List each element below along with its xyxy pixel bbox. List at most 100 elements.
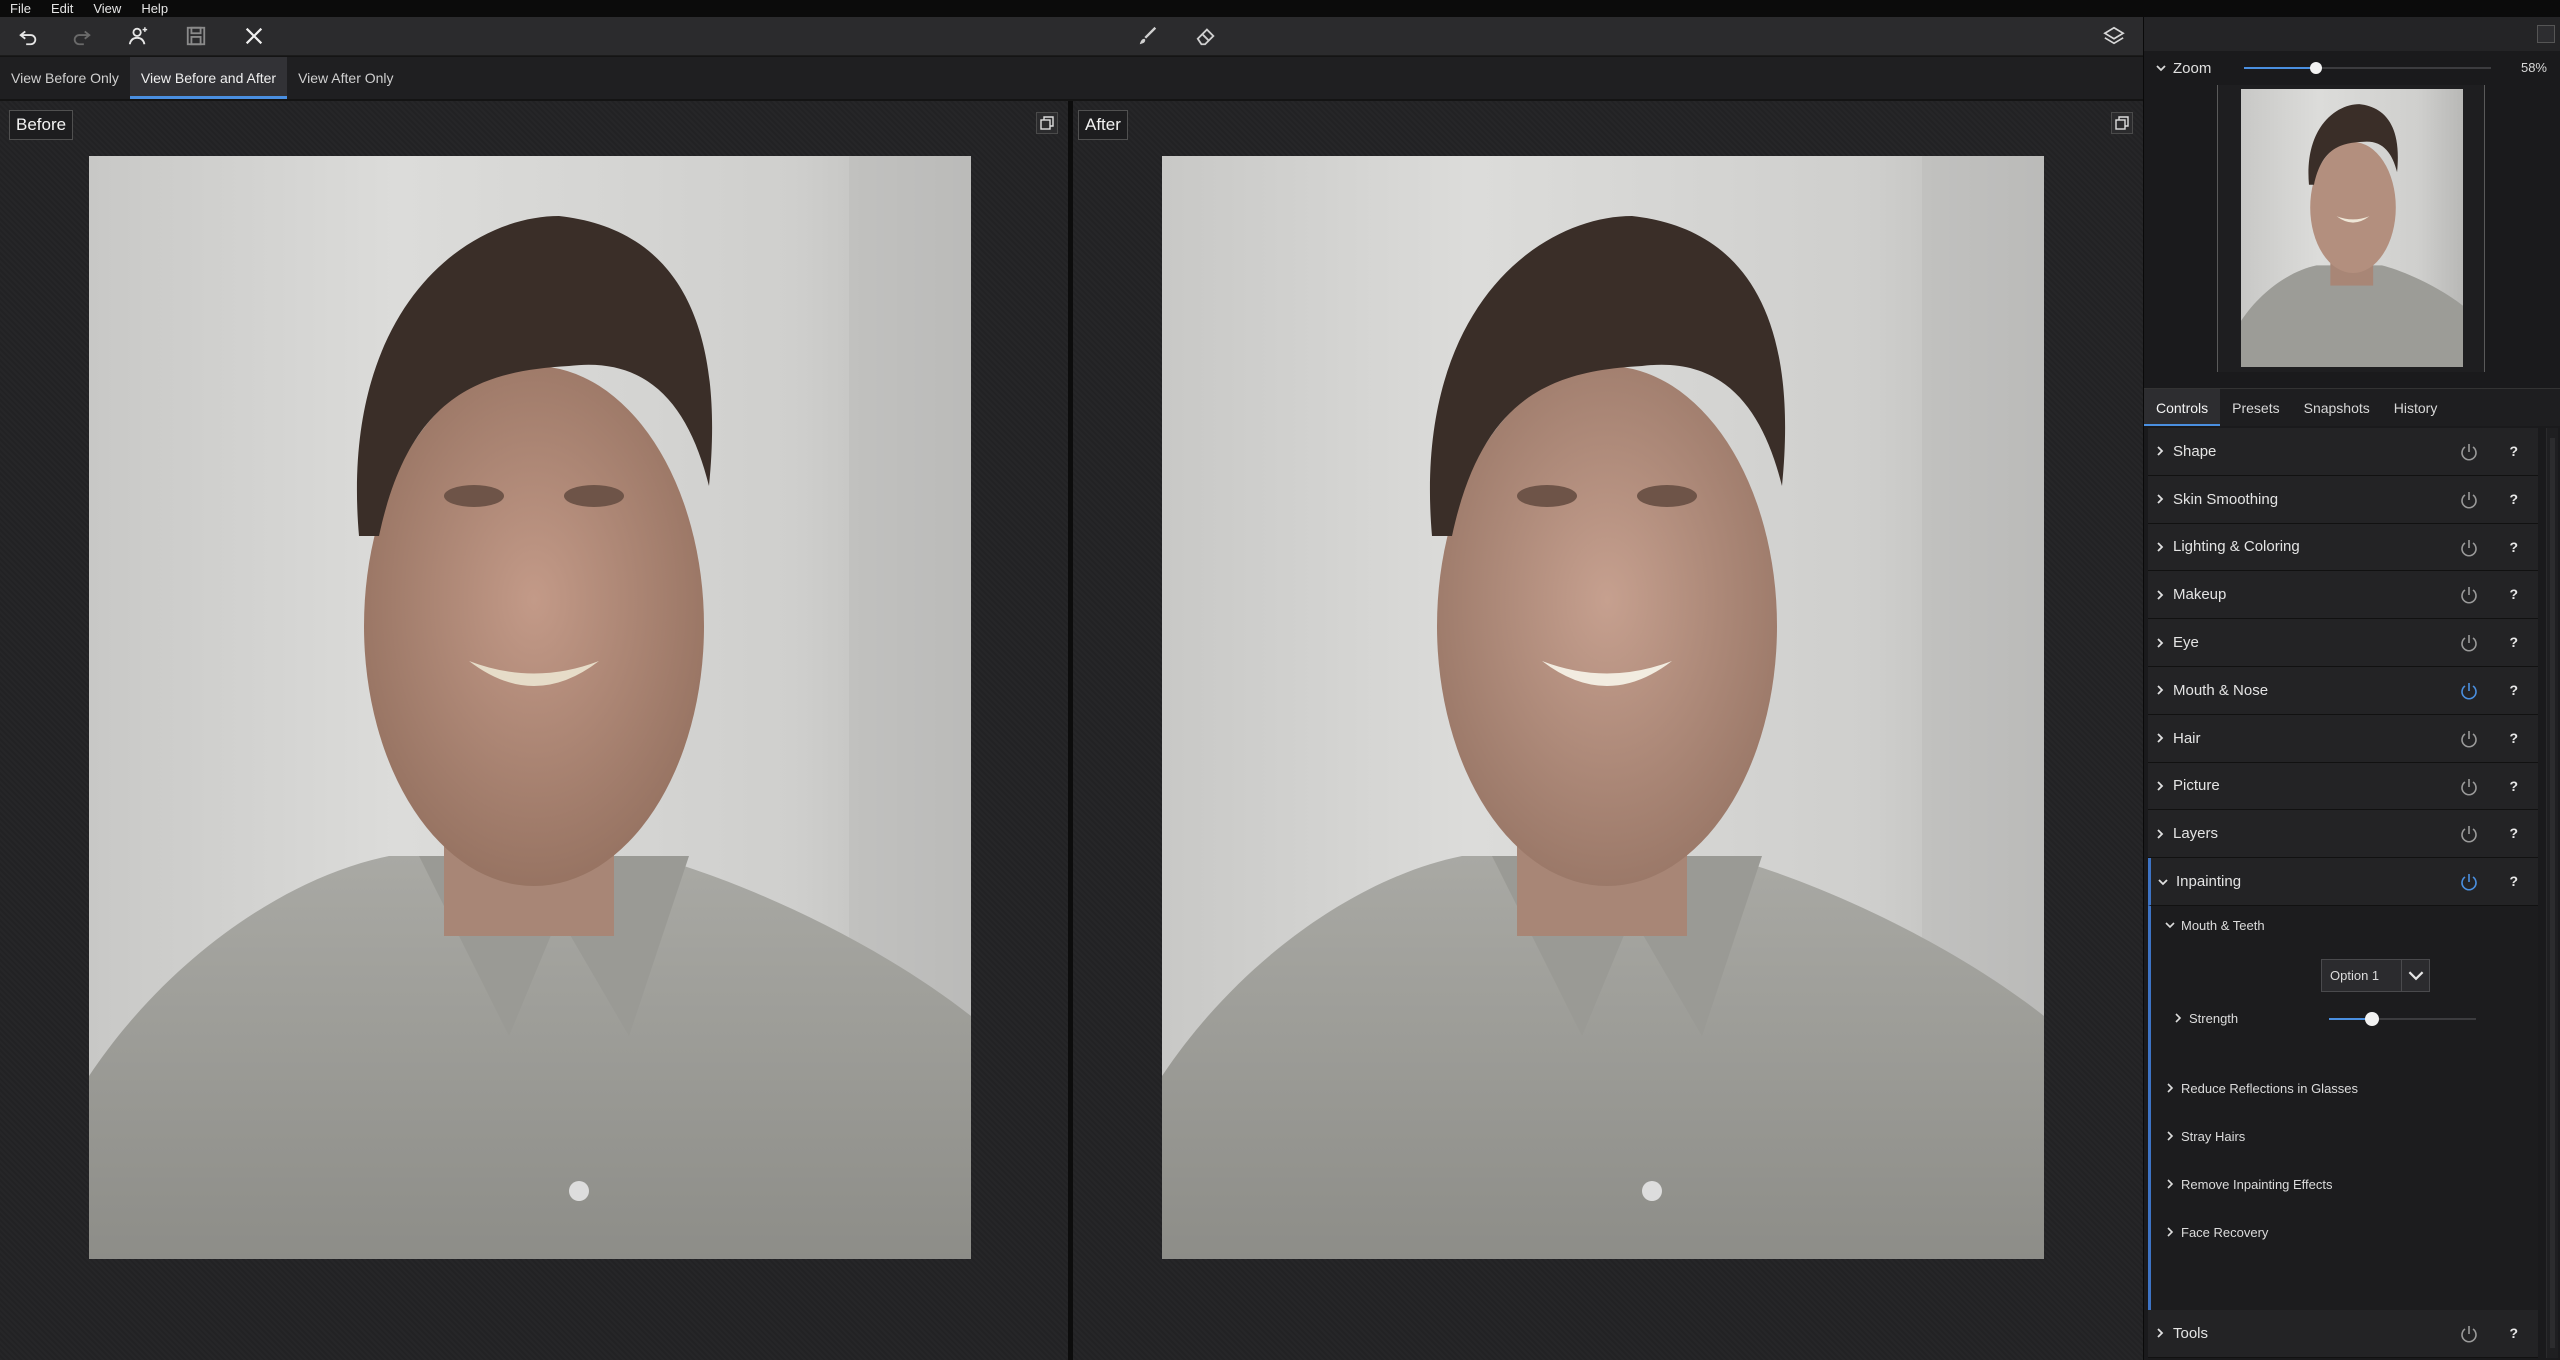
menu-file[interactable]: File bbox=[0, 0, 41, 17]
menu-view[interactable]: View bbox=[83, 0, 131, 17]
strength-row[interactable]: Strength bbox=[2173, 1011, 2238, 1026]
after-pane: After bbox=[1073, 101, 2143, 1360]
zoom-slider-handle[interactable] bbox=[2310, 62, 2322, 74]
menu-edit[interactable]: Edit bbox=[41, 0, 83, 17]
tab-view-before-only[interactable]: View Before Only bbox=[0, 57, 130, 99]
before-label: Before bbox=[9, 110, 74, 140]
help-button[interactable]: ? bbox=[2509, 810, 2518, 857]
power-toggle-icon[interactable] bbox=[2459, 824, 2479, 844]
power-toggle-icon[interactable] bbox=[2459, 442, 2479, 462]
subsection-label: Remove Inpainting Effects bbox=[2181, 1176, 2333, 1192]
section-lighting-coloring[interactable]: Lighting & Coloring ? bbox=[2148, 523, 2538, 572]
power-toggle-icon[interactable] bbox=[2459, 872, 2479, 892]
section-label: Eye bbox=[2173, 634, 2199, 652]
navigator-thumbnail[interactable] bbox=[2241, 89, 2463, 367]
section-eye[interactable]: Eye ? bbox=[2148, 619, 2538, 667]
help-button[interactable]: ? bbox=[2509, 715, 2518, 762]
subsection-mouth-teeth[interactable]: Mouth & Teeth bbox=[2165, 918, 2265, 933]
undo-button[interactable] bbox=[0, 17, 56, 55]
section-hair[interactable]: Hair ? bbox=[2148, 714, 2538, 763]
brush-button[interactable] bbox=[1120, 17, 1176, 55]
face-select-button[interactable] bbox=[110, 17, 166, 55]
section-label: Layers bbox=[2173, 825, 2219, 843]
tab-snapshots[interactable]: Snapshots bbox=[2292, 389, 2382, 426]
after-label: After bbox=[1078, 110, 1128, 140]
chevron-right-icon bbox=[2157, 542, 2164, 552]
section-layers[interactable]: Layers ? bbox=[2148, 810, 2538, 859]
eraser-button[interactable] bbox=[1178, 17, 1234, 55]
section-skin-smoothing[interactable]: Skin Smoothing ? bbox=[2148, 475, 2538, 524]
chevron-right-icon bbox=[2157, 829, 2164, 839]
detach-panel-button[interactable] bbox=[2537, 25, 2555, 43]
help-button[interactable]: ? bbox=[2509, 858, 2518, 905]
option-select[interactable]: Option 1 bbox=[2321, 958, 2430, 992]
help-button[interactable]: ? bbox=[2509, 1310, 2518, 1357]
face-select-icon bbox=[128, 27, 148, 45]
strength-slider[interactable] bbox=[2329, 1011, 2476, 1026]
after-expand-button[interactable] bbox=[2111, 112, 2133, 134]
tab-presets[interactable]: Presets bbox=[2220, 389, 2291, 426]
menu-help[interactable]: Help bbox=[131, 0, 178, 17]
chevron-down-icon[interactable] bbox=[2155, 62, 2167, 74]
section-label: Tools bbox=[2173, 1324, 2209, 1342]
tab-view-before-and-after[interactable]: View Before and After bbox=[129, 57, 288, 99]
redo-icon bbox=[73, 30, 91, 46]
before-expand-button[interactable] bbox=[1036, 112, 1058, 134]
zoom-slider[interactable] bbox=[2244, 62, 2491, 74]
toolbar bbox=[0, 17, 2143, 56]
menu-bar: File Edit View Help bbox=[0, 0, 2560, 17]
after-photo[interactable] bbox=[1162, 156, 2044, 1259]
section-tools[interactable]: Tools ? bbox=[2148, 1310, 2538, 1358]
redo-button[interactable] bbox=[54, 17, 110, 55]
subsection-stray-hairs[interactable]: Stray Hairs bbox=[2165, 1129, 2245, 1144]
help-button[interactable]: ? bbox=[2509, 524, 2518, 571]
navigator-preview[interactable] bbox=[2217, 85, 2485, 372]
save-button[interactable] bbox=[168, 17, 224, 55]
section-label: Picture bbox=[2173, 777, 2220, 795]
subsection-label: Face Recovery bbox=[2181, 1224, 2269, 1240]
tab-controls[interactable]: Controls bbox=[2144, 389, 2221, 426]
power-toggle-icon[interactable] bbox=[2459, 777, 2479, 797]
subsection-face-recovery[interactable]: Face Recovery bbox=[2165, 1225, 2268, 1240]
section-makeup[interactable]: Makeup ? bbox=[2148, 571, 2538, 620]
layers-button[interactable] bbox=[2086, 17, 2142, 55]
chevron-right-icon bbox=[2157, 637, 2164, 648]
power-toggle-icon[interactable] bbox=[2459, 585, 2479, 605]
save-icon bbox=[186, 26, 206, 46]
help-button[interactable]: ? bbox=[2509, 763, 2518, 810]
help-button[interactable]: ? bbox=[2509, 571, 2518, 618]
chevron-right-icon bbox=[2175, 1013, 2182, 1024]
power-toggle-icon[interactable] bbox=[2459, 681, 2479, 701]
close-button[interactable] bbox=[226, 17, 282, 55]
subsection-remove-inpainting-effects[interactable]: Remove Inpainting Effects bbox=[2165, 1177, 2333, 1192]
tab-view-after-only[interactable]: View After Only bbox=[287, 57, 404, 99]
tab-history[interactable]: History bbox=[2382, 389, 2450, 426]
power-toggle-icon[interactable] bbox=[2459, 729, 2479, 749]
section-label: Mouth & Nose bbox=[2173, 681, 2269, 699]
scrollbar-thumb[interactable] bbox=[2550, 438, 2555, 1348]
power-toggle-icon[interactable] bbox=[2459, 538, 2479, 558]
inpainting-panel: Mouth & Teeth Option 1 Strength Reduce R… bbox=[2148, 905, 2538, 1327]
help-button[interactable]: ? bbox=[2509, 476, 2518, 523]
section-picture[interactable]: Picture ? bbox=[2148, 762, 2538, 811]
help-button[interactable]: ? bbox=[2509, 428, 2518, 475]
power-toggle-icon[interactable] bbox=[2459, 1324, 2479, 1344]
help-button[interactable]: ? bbox=[2509, 619, 2518, 666]
chevron-right-icon bbox=[2157, 781, 2164, 791]
panel-scrollbar[interactable] bbox=[2546, 428, 2558, 1358]
before-photo[interactable] bbox=[89, 156, 971, 1259]
power-toggle-icon[interactable] bbox=[2459, 633, 2479, 653]
section-inpainting[interactable]: Inpainting ? bbox=[2148, 858, 2538, 906]
section-shape[interactable]: Shape ? bbox=[2148, 428, 2538, 476]
section-mouth-nose[interactable]: Mouth & Nose ? bbox=[2148, 666, 2538, 715]
strength-slider-handle[interactable] bbox=[2365, 1011, 2379, 1026]
subsection-reduce-reflections[interactable]: Reduce Reflections in Glasses bbox=[2165, 1081, 2358, 1096]
power-toggle-icon[interactable] bbox=[2459, 490, 2479, 510]
tools-section-wrapper: Tools ? bbox=[2144, 1310, 2538, 1358]
dropdown-button[interactable] bbox=[2401, 959, 2429, 991]
help-button[interactable]: ? bbox=[2509, 667, 2518, 714]
strength-label: Strength bbox=[2189, 1010, 2239, 1026]
section-label: Hair bbox=[2173, 729, 2201, 747]
chevron-right-icon bbox=[2157, 1328, 2164, 1339]
subsection-label: Stray Hairs bbox=[2181, 1128, 2246, 1144]
